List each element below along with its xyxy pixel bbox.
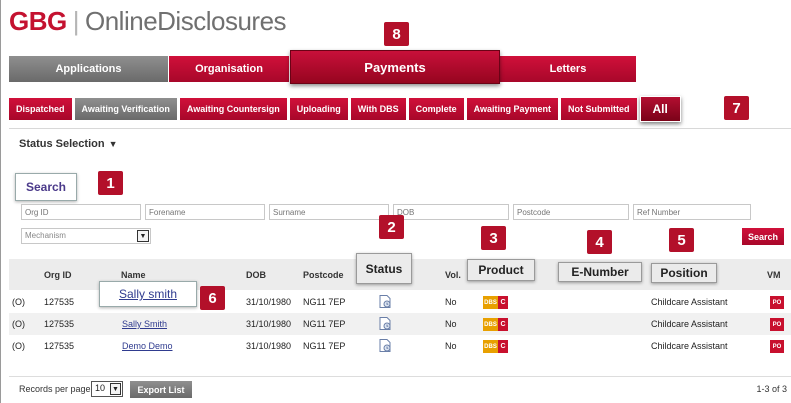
status-filter-tabs: Dispatched Awaiting Verification Awaitin… xyxy=(9,96,681,122)
header-vm[interactable]: VM xyxy=(767,270,781,280)
export-list-button[interactable]: Export List xyxy=(130,381,192,398)
search-heading: Search xyxy=(15,173,77,201)
po-badge[interactable]: PO xyxy=(770,296,784,309)
dbs-badge: DBS xyxy=(483,340,498,353)
callout-6: 6 xyxy=(200,286,225,310)
status-selection-toggle[interactable]: Status Selection ▼ xyxy=(19,138,118,150)
callout-5: 5 xyxy=(669,228,694,252)
status-tab-awaiting-payment[interactable]: Awaiting Payment xyxy=(466,98,559,120)
mechanism-placeholder: Mechanism xyxy=(25,231,66,240)
document-status-icon[interactable] xyxy=(379,295,391,308)
ref-number-input[interactable] xyxy=(633,204,751,220)
status-tab-uploading[interactable]: Uploading xyxy=(289,98,348,120)
c-badge: C xyxy=(498,340,508,353)
forename-input[interactable] xyxy=(145,204,265,220)
mechanism-select[interactable]: Mechanism ▼ xyxy=(21,228,151,244)
logo-brand: GBG xyxy=(9,5,67,36)
online-disclosures-page: GBG | OnlineDisclosures Applications Org… xyxy=(0,0,791,403)
search-button[interactable]: Search xyxy=(742,228,784,245)
row-vol: No xyxy=(445,319,457,329)
tab-organisation[interactable]: Organisation xyxy=(169,56,290,82)
header-product[interactable]: Product xyxy=(467,259,535,281)
row-name-link-highlighted[interactable]: Sally smith xyxy=(99,281,197,307)
row-postcode: NG11 7EP xyxy=(303,319,346,329)
callout-1: 1 xyxy=(98,171,123,195)
row-vol: No xyxy=(445,341,457,351)
header-name[interactable]: Name xyxy=(121,270,146,280)
tab-letters[interactable]: Letters xyxy=(500,56,637,82)
dob-input[interactable] xyxy=(393,204,509,220)
row-name-link[interactable]: Demo Demo xyxy=(122,341,173,351)
row-org-id: 127535 xyxy=(44,319,75,329)
row-org-id: 127535 xyxy=(44,297,75,307)
document-status-icon[interactable] xyxy=(379,317,391,330)
row-org-id: 127535 xyxy=(44,341,75,351)
status-tab-awaiting-countersign[interactable]: Awaiting Countersign xyxy=(179,98,287,120)
callout-8: 8 xyxy=(384,22,409,46)
row-prefix: (O) xyxy=(12,319,25,329)
records-per-page-label: Records per page xyxy=(19,384,91,394)
row-position: Childcare Assistant xyxy=(651,319,728,329)
po-badge[interactable]: PO xyxy=(770,340,784,353)
row-position: Childcare Assistant xyxy=(651,297,728,307)
row-postcode: NG11 7EP xyxy=(303,341,346,351)
table-footer: Records per page 10 ▼ Export List 1-3 of… xyxy=(9,376,791,402)
status-tab-dispatched[interactable]: Dispatched xyxy=(9,98,72,120)
header-org-id[interactable]: Org ID xyxy=(44,270,72,280)
c-badge: C xyxy=(498,318,508,331)
chevron-down-icon: ▼ xyxy=(110,383,121,395)
dbs-badge: DBS xyxy=(483,296,498,309)
row-prefix: (O) xyxy=(12,341,25,351)
header-vol[interactable]: Vol. xyxy=(445,270,461,280)
status-tab-not-submitted[interactable]: Not Submitted xyxy=(561,98,637,120)
caret-down-icon: ▼ xyxy=(108,139,118,149)
postcode-input[interactable] xyxy=(513,204,629,220)
row-vol: No xyxy=(445,297,457,307)
dbs-badge: DBS xyxy=(483,318,498,331)
callout-4: 4 xyxy=(587,230,612,254)
status-tab-complete[interactable]: Complete xyxy=(408,98,464,120)
po-badge[interactable]: PO xyxy=(770,318,784,331)
header-e-number[interactable]: E-Number xyxy=(558,262,642,282)
header-status[interactable]: Status xyxy=(356,253,412,284)
row-dob: 31/10/1980 xyxy=(246,319,292,329)
gbg-logo: GBG | OnlineDisclosures xyxy=(9,5,287,36)
document-status-icon[interactable] xyxy=(379,339,391,352)
tab-applications[interactable]: Applications xyxy=(9,56,169,82)
main-navigation: Applications Organisation Payments Lette… xyxy=(9,50,637,84)
applications-content: Status Selection▼ Search Mechanism ▼ Sea… xyxy=(9,128,791,403)
records-per-page-value: 10 xyxy=(95,383,106,393)
status-tab-with-dbs[interactable]: With DBS xyxy=(350,98,406,120)
callout-3: 3 xyxy=(481,226,506,250)
chevron-down-icon: ▼ xyxy=(137,230,149,242)
logo-product: OnlineDisclosures xyxy=(85,5,287,36)
records-per-page-select[interactable]: 10 ▼ xyxy=(91,381,123,397)
row-position: Childcare Assistant xyxy=(651,341,728,351)
callout-7: 7 xyxy=(724,96,749,120)
tab-payments[interactable]: Payments xyxy=(290,50,500,84)
status-tab-all[interactable]: All xyxy=(639,96,681,122)
row-prefix: (O) xyxy=(12,297,25,307)
surname-input[interactable] xyxy=(269,204,389,220)
row-name-link[interactable]: Sally Smith xyxy=(122,319,167,329)
logo-separator: | xyxy=(72,5,80,36)
row-dob: 31/10/1980 xyxy=(246,341,292,351)
status-selection-label: Status Selection xyxy=(19,138,105,150)
table-row[interactable]: (O) 127535 Sally Smith 31/10/1980 NG11 7… xyxy=(9,313,791,335)
pagination-info: 1-3 of 3 xyxy=(756,384,787,394)
c-badge: C xyxy=(498,296,508,309)
table-row[interactable]: (O) 127535 Demo Demo 31/10/1980 NG11 7EP… xyxy=(9,335,791,357)
header-dob[interactable]: DOB xyxy=(246,270,266,280)
status-tab-awaiting-verification[interactable]: Awaiting Verification xyxy=(74,98,177,120)
org-id-input[interactable] xyxy=(21,204,141,220)
header-position[interactable]: Position xyxy=(651,263,717,283)
callout-2: 2 xyxy=(379,215,404,239)
row-dob: 31/10/1980 xyxy=(246,297,292,307)
header-postcode[interactable]: Postcode xyxy=(303,270,344,280)
row-postcode: NG11 7EP xyxy=(303,297,346,307)
